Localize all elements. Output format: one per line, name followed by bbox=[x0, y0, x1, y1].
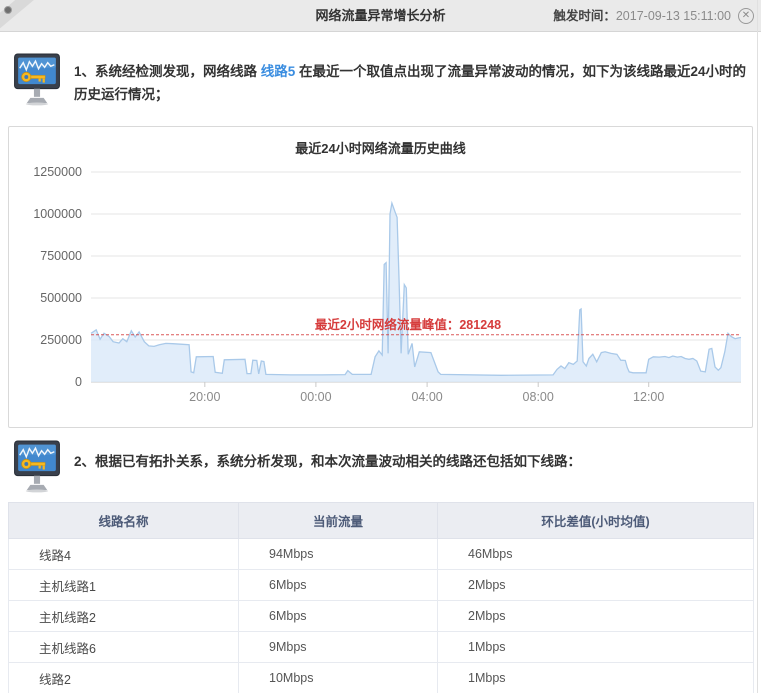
table-row: 主机线路16Mbps2Mbps bbox=[9, 570, 754, 601]
window-dot-icon bbox=[4, 6, 12, 14]
svg-text:1000000: 1000000 bbox=[33, 207, 82, 221]
table-header-cell: 环比差值(小时均值) bbox=[438, 503, 754, 539]
table-cell: 主机线路6 bbox=[9, 632, 239, 663]
table-cell: 9Mbps bbox=[239, 632, 438, 663]
table-cell: 46Mbps bbox=[438, 539, 754, 570]
svg-text:08:00: 08:00 bbox=[523, 390, 554, 404]
table-cell: 6Mbps bbox=[239, 601, 438, 632]
table-cell: 1Mbps bbox=[438, 663, 754, 693]
traffic-history-panel: 最近24小时网络流量历史曲线 0 250000 500000 750000 100000… bbox=[8, 126, 753, 428]
finding-2-text: 2、根据已有拓扑关系，系统分析发现，和本次流量波动相关的线路还包括如下线路： bbox=[74, 450, 752, 473]
svg-text:1250000: 1250000 bbox=[33, 165, 82, 179]
traffic-history-chart[interactable]: 0 250000 500000 750000 1000000 1250000 20:00 00… bbox=[9, 157, 752, 427]
svg-text:04:00: 04:00 bbox=[411, 390, 442, 404]
finding-1-text: 1、系统经检测发现，网络线路 线路5 在最近一个取值点出现了流量异常波动的情况，… bbox=[74, 60, 752, 106]
title-bar: 网络流量异常增长分析 触发时间：2017-09-13 15:11:00 ✕ bbox=[0, 0, 761, 32]
table-cell: 2Mbps bbox=[438, 570, 754, 601]
table-cell: 主机线路1 bbox=[9, 570, 239, 601]
table-cell: 94Mbps bbox=[239, 539, 438, 570]
table-row: 主机线路69Mbps1Mbps bbox=[9, 632, 754, 663]
monitor-chart-icon bbox=[13, 440, 61, 493]
close-icon[interactable]: ✕ bbox=[738, 8, 754, 24]
related-lines-tbody: 线路494Mbps46Mbps主机线路16Mbps2Mbps主机线路26Mbps… bbox=[9, 539, 754, 693]
svg-text:0: 0 bbox=[75, 375, 82, 389]
svg-text:00:00: 00:00 bbox=[300, 390, 331, 404]
table-row: 主机线路26Mbps2Mbps bbox=[9, 601, 754, 632]
finding-1-prefix: 1、系统经检测发现，网络线路 bbox=[74, 64, 261, 79]
chart-title: 最近24小时网络流量历史曲线 bbox=[9, 138, 752, 157]
table-cell: 10Mbps bbox=[239, 663, 438, 693]
table-cell: 线路4 bbox=[9, 539, 239, 570]
table-cell: 6Mbps bbox=[239, 570, 438, 601]
svg-text:最近2小时网络流量峰值：281248: 最近2小时网络流量峰值：281248 bbox=[315, 317, 501, 332]
svg-text:20:00: 20:00 bbox=[189, 390, 220, 404]
table-cell: 2Mbps bbox=[438, 601, 754, 632]
table-header-cell: 线路名称 bbox=[9, 503, 239, 539]
svg-text:12:00: 12:00 bbox=[633, 390, 664, 404]
related-lines-table: 线路名称当前流量环比差值(小时均值) 线路494Mbps46Mbps主机线路16… bbox=[8, 502, 753, 693]
svg-text:250000: 250000 bbox=[40, 333, 82, 347]
table-header-cell: 当前流量 bbox=[239, 503, 438, 539]
panel-right-border bbox=[757, 0, 758, 693]
line5-link[interactable]: 线路5 bbox=[261, 64, 296, 79]
table-cell: 1Mbps bbox=[438, 632, 754, 663]
trigger-time-value: 2017-09-13 15:11:00 bbox=[616, 9, 731, 23]
monitor-chart-icon bbox=[13, 53, 61, 106]
svg-text:750000: 750000 bbox=[40, 249, 82, 263]
table-header-row: 线路名称当前流量环比差值(小时均值) bbox=[9, 503, 754, 539]
table-cell: 主机线路2 bbox=[9, 601, 239, 632]
table-cell: 线路2 bbox=[9, 663, 239, 693]
trigger-time-label: 触发时间： bbox=[553, 9, 616, 23]
svg-text:500000: 500000 bbox=[40, 291, 82, 305]
table-row: 线路494Mbps46Mbps bbox=[9, 539, 754, 570]
table-row: 线路210Mbps1Mbps bbox=[9, 663, 754, 693]
trigger-time: 触发时间：2017-09-13 15:11:00 bbox=[553, 0, 731, 32]
